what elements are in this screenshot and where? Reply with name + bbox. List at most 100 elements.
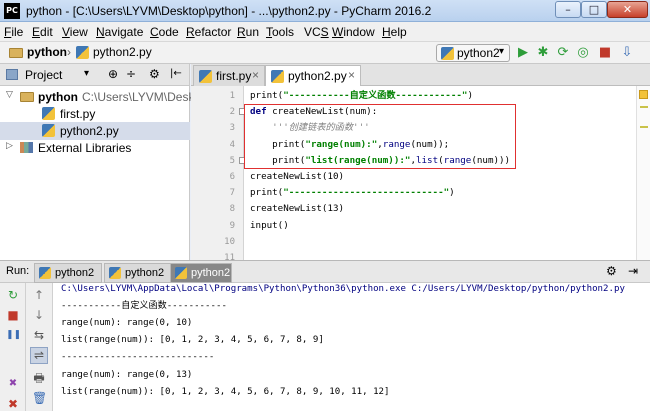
menu-label: avigate xyxy=(104,25,144,39)
locate-icon[interactable]: ⊕ xyxy=(108,67,118,81)
close-icon[interactable]: ✖ xyxy=(6,397,20,411)
editor-scrollbar[interactable] xyxy=(636,86,650,260)
menu-label: dit xyxy=(40,25,53,39)
title-bar: PC python - [C:\Users\LYVM\Desktop\pytho… xyxy=(0,0,650,22)
debug-icon[interactable]: ✱ xyxy=(536,46,550,60)
menu-item-tools[interactable]: Tools xyxy=(266,25,294,39)
warning-marker[interactable] xyxy=(640,106,648,108)
menu-mnemonic: S xyxy=(320,25,329,39)
tree-item-external-libraries[interactable]: ▷ External Libraries xyxy=(0,139,190,157)
tree-item-first-py[interactable]: first.py xyxy=(0,105,190,123)
coverage-icon[interactable]: ⟳ xyxy=(556,46,570,60)
pause-icon[interactable]: ❚❚ xyxy=(6,328,21,342)
stop-icon[interactable]: ■ xyxy=(6,308,20,322)
line-number: 6 xyxy=(229,172,235,182)
python-config-icon xyxy=(441,47,454,60)
menu-item-file[interactable]: File xyxy=(4,25,23,39)
close-icon[interactable]: × xyxy=(252,68,259,82)
line-number: 10 xyxy=(224,236,235,247)
menu-item-view[interactable]: View xyxy=(62,25,88,39)
warning-marker[interactable] xyxy=(640,126,648,128)
menu-item-window[interactable]: Window xyxy=(332,25,375,39)
tree-expand-icon[interactable]: ▷ xyxy=(6,141,13,151)
menu-mnemonic: W xyxy=(332,25,344,39)
console-line: -----------自定义函数----------- xyxy=(61,301,227,312)
gear-icon[interactable]: ⚙ xyxy=(149,67,160,81)
run-panel-header: Run: ⚙ ⇥ python2 python2 python2 xyxy=(0,260,650,283)
trash-icon[interactable]: 🗑 xyxy=(32,391,47,405)
tab-python2-py[interactable]: python2.py × xyxy=(265,65,361,87)
tree-item-label: External Libraries xyxy=(38,141,132,155)
run-tab-1[interactable]: python2 xyxy=(34,263,102,283)
arrow-down-icon[interactable]: ↓ xyxy=(32,308,46,322)
gear-icon[interactable]: ⚙ xyxy=(606,264,617,278)
menu-item-help[interactable]: Help xyxy=(382,25,407,39)
close-icon[interactable]: × xyxy=(348,68,355,82)
tree-item-label: python2.py xyxy=(60,124,119,138)
menu-label: VC xyxy=(304,25,321,39)
soft-wrap-icon[interactable]: ⇆ xyxy=(32,328,46,342)
run-tab-2[interactable]: python2 xyxy=(104,263,172,283)
tree-expand-icon[interactable]: ▽ xyxy=(6,90,13,100)
line-number: 9 xyxy=(229,220,235,231)
chevron-down-icon[interactable]: ▾ xyxy=(84,68,89,79)
code-line: input() xyxy=(250,218,289,234)
code-line: print("----------------------------") xyxy=(250,185,455,201)
project-panel-title[interactable]: Project xyxy=(25,68,62,82)
menu-mnemonic: R xyxy=(237,25,246,39)
run-icon[interactable]: ▶ xyxy=(516,46,530,60)
menu-item-run[interactable]: Run xyxy=(237,25,259,39)
menu-mnemonic: V xyxy=(62,25,70,39)
code-token: createNewList(10) xyxy=(250,171,345,182)
console-line: list(range(num)): [0, 1, 2, 3, 4, 5, 6, … xyxy=(61,386,390,397)
tab-first-py[interactable]: first.py × xyxy=(193,65,265,86)
menu-item-edit[interactable]: Edit xyxy=(32,25,53,39)
chevron-down-icon: ▾ xyxy=(499,46,505,57)
code-token: print( xyxy=(250,187,284,199)
menu-item-vcs[interactable]: VCS xyxy=(304,25,329,39)
profile-icon[interactable]: ◎ xyxy=(576,46,590,60)
menu-label: elp xyxy=(390,25,407,39)
menu-item-refactor[interactable]: Refactor xyxy=(186,25,231,39)
line-number: 8 xyxy=(229,204,235,215)
collapse-all-icon[interactable]: ÷ xyxy=(126,67,136,81)
code-token: print( xyxy=(250,90,284,101)
maximize-button[interactable]: □ xyxy=(581,1,607,18)
python-file-icon xyxy=(199,70,212,83)
run-toolbar-primary: ↻ ■ ❚❚ ✖ ✖ xyxy=(0,283,26,411)
close-button[interactable]: ✕ xyxy=(607,1,648,18)
run-configuration-select[interactable]: python2 ▾ xyxy=(436,44,510,62)
run-tab-3[interactable]: python2 xyxy=(170,263,232,283)
console-line: range(num): range(0, 10) xyxy=(61,318,193,329)
pycharm-app-icon[interactable]: PC xyxy=(4,3,20,19)
python-file-icon xyxy=(42,124,55,137)
breadcrumb-project[interactable]: python xyxy=(27,45,67,59)
arrow-up-icon[interactable]: ↑ xyxy=(32,288,46,302)
update-project-icon[interactable]: ⇩ xyxy=(620,46,634,60)
tree-item-python[interactable]: ▽ python C:\Users\LYVM\Deskto xyxy=(0,88,204,106)
code-line: createNewList(13) xyxy=(250,201,344,217)
stop-icon[interactable]: ■ xyxy=(598,46,612,60)
line-number-gutter: 1 2 3 4 5 6 7 8 9 10 11 xyxy=(191,86,246,263)
rerun-icon[interactable]: ↻ xyxy=(6,288,20,302)
scroll-to-end-icon[interactable]: ⇌ xyxy=(30,347,48,364)
minimize-button[interactable]: – xyxy=(555,1,581,18)
menu-mnemonic: R xyxy=(186,25,195,39)
run-tab-label: python2 xyxy=(191,267,231,279)
line-number: 3 xyxy=(229,123,235,134)
annotation-box xyxy=(244,104,516,169)
tree-item-python2-py[interactable]: python2.py xyxy=(0,122,190,140)
menu-item-navigate[interactable]: Navigate xyxy=(96,25,143,39)
hide-panel-icon[interactable]: |← xyxy=(170,68,182,79)
run-console[interactable]: C:\Users\LYVM\AppData\Local\Programs\Pyt… xyxy=(53,283,650,411)
code-token: "----------------------------" xyxy=(283,187,450,199)
menu-item-code[interactable]: Code xyxy=(150,25,179,39)
print-icon[interactable]: 🖶 xyxy=(32,371,46,385)
analysis-status-icon[interactable] xyxy=(639,90,648,99)
hide-panel-icon[interactable]: ⇥ xyxy=(628,264,638,278)
pin-icon[interactable]: ✖ xyxy=(6,377,20,391)
menu-label: efactor xyxy=(194,25,232,39)
breadcrumb-file[interactable]: python2.py xyxy=(93,45,152,59)
console-line: C:\Users\LYVM\AppData\Local\Programs\Pyt… xyxy=(61,284,625,294)
run-tab-label: python2 xyxy=(55,267,95,279)
